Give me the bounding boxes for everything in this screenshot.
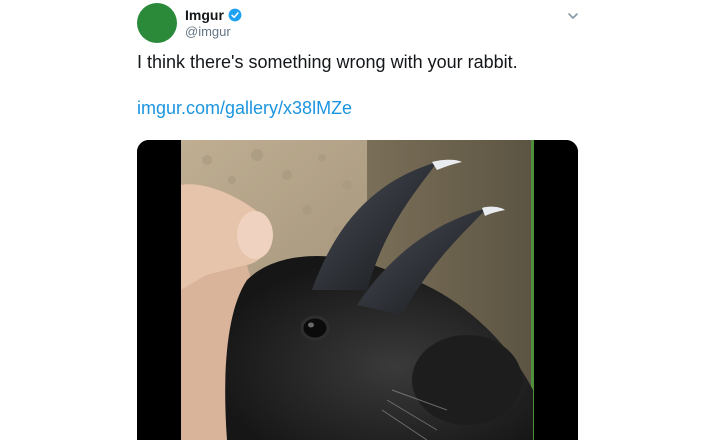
tweet-media-video[interactable] xyxy=(137,140,578,440)
author-name[interactable]: Imgur xyxy=(185,7,224,23)
tweet-text: I think there's something wrong with you… xyxy=(137,52,518,72)
author-name-row: Imgur xyxy=(185,7,242,23)
author-handle[interactable]: @imgur xyxy=(185,24,231,39)
chevron-down-icon[interactable] xyxy=(566,9,580,23)
tweet-link[interactable]: imgur.com/gallery/x38lMZe xyxy=(137,98,352,119)
rabbit-video-frame xyxy=(137,140,578,440)
author-avatar[interactable] xyxy=(137,3,177,43)
verified-badge-icon xyxy=(228,8,242,22)
